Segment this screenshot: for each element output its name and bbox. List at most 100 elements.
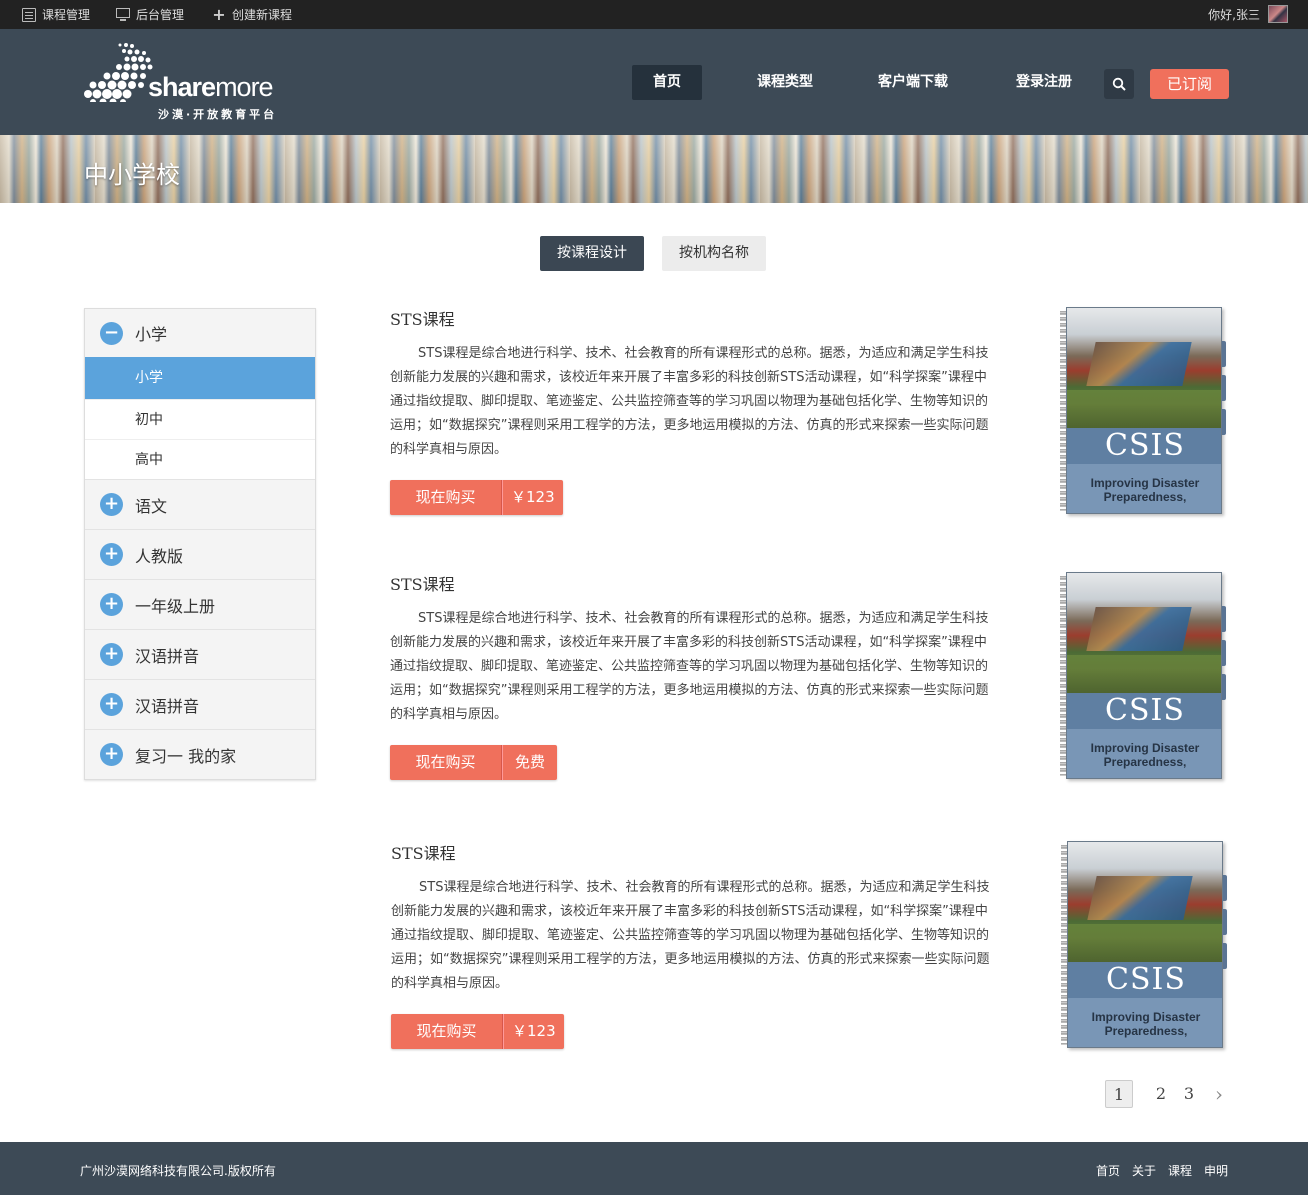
user-greeting[interactable]: 你好,张三 (1208, 0, 1260, 29)
course-card: STS课程 STS课程是综合地进行科学、技术、社会教育的所有课程形式的总称。据悉… (390, 306, 1230, 521)
sidebar-item-label: 汉语拼音 (135, 646, 200, 666)
course-price: 免费 (502, 745, 557, 780)
plus-icon: + (100, 743, 123, 766)
cover-tabs (1222, 606, 1226, 726)
sidebar-item-label: 复习一 我的家 (135, 746, 237, 766)
course-cover-image[interactable]: CSIS Improving Disaster Preparedness, (1061, 841, 1227, 1049)
logo-brand: sharemore (148, 72, 274, 103)
course-price: ￥123 (503, 1014, 564, 1049)
course-title[interactable]: STS课程 (391, 840, 456, 864)
buy-now-label: 现在购买 (391, 1014, 503, 1049)
plus-icon: + (100, 493, 123, 516)
sidebar-subitem-junior[interactable]: 初中 (85, 399, 315, 439)
nav-client-download[interactable]: 客户端下载 (868, 65, 958, 100)
page-title: 中小学校 (84, 161, 180, 189)
cover-photo (1067, 308, 1221, 428)
nav-home[interactable]: 首页 (632, 65, 702, 100)
course-description: STS课程是综合地进行科学、技术、社会教育的所有课程形式的总称。据悉，为适应和满… (390, 611, 989, 722)
site-header: sharemore 沙漠·开放教育平台 首页 课程类型 客户端下载 登录注册 已… (0, 29, 1308, 135)
cover-brand: CSIS (1067, 428, 1221, 464)
course-cover-image[interactable]: CSIS Improving Disaster Preparedness, (1060, 307, 1226, 515)
monitor-icon (116, 8, 130, 21)
site-footer: 广州沙漠网络科技有限公司.版权所有 首页 关于 课程 申明 (0, 1142, 1308, 1195)
sidebar-item-label: 汉语拼音 (135, 696, 200, 716)
cover-text: Improving Disaster Preparedness, (1091, 1010, 1201, 1038)
create-course-link[interactable]: + 创建新课程 (212, 0, 292, 29)
site-logo[interactable]: sharemore 沙漠·开放教育平台 (84, 40, 294, 122)
logo-brand-bold: share (148, 72, 216, 102)
course-price: ￥123 (502, 480, 563, 515)
cover-brand: CSIS (1068, 962, 1222, 998)
buy-now-label: 现在购买 (390, 745, 502, 780)
sidebar-item-chinese[interactable]: + 语文 (85, 479, 315, 529)
footer-link-courses[interactable]: 课程 (1168, 1162, 1192, 1179)
plus-icon: + (100, 543, 123, 566)
course-manage-label: 课程管理 (42, 8, 91, 22)
book-cover: CSIS Improving Disaster Preparedness, (1066, 307, 1222, 514)
sidebar-item-label: 一年级上册 (135, 596, 216, 616)
buy-now-button[interactable]: 现在购买 ￥123 (390, 480, 563, 515)
logo-dots-icon (84, 43, 153, 102)
course-cover-image[interactable]: CSIS Improving Disaster Preparedness, (1060, 572, 1226, 780)
filter-by-org-tab[interactable]: 按机构名称 (662, 236, 766, 271)
filter-by-design-tab[interactable]: 按课程设计 (540, 236, 644, 271)
course-manage-link[interactable]: 课程管理 (22, 0, 90, 29)
sidebar-item-grade1[interactable]: + 一年级上册 (85, 579, 315, 629)
course-description: STS课程是综合地进行科学、技术、社会教育的所有课程形式的总称。据悉，为适应和满… (390, 346, 989, 457)
logo-subtitle: 沙漠·开放教育平台 (158, 108, 278, 121)
create-course-label: 创建新课程 (232, 8, 293, 22)
page-1-button[interactable]: 1 (1105, 1080, 1133, 1108)
copyright-text: 广州沙漠网络科技有限公司.版权所有 (80, 1164, 276, 1178)
subscribed-button[interactable]: 已订阅 (1150, 69, 1229, 99)
cover-tabs (1223, 875, 1227, 995)
plus-icon: + (100, 593, 123, 616)
course-title[interactable]: STS课程 (390, 306, 455, 330)
admin-manage-label: 后台管理 (136, 8, 185, 22)
admin-manage-link[interactable]: 后台管理 (116, 0, 184, 29)
sidebar-group-label: 小学 (135, 325, 168, 344)
cover-text: Improving Disaster Preparedness, (1090, 741, 1200, 769)
page-3-button[interactable]: 3 (1175, 1080, 1203, 1108)
avatar[interactable] (1268, 5, 1288, 23)
page-2-button[interactable]: 2 (1147, 1080, 1175, 1108)
book-cover: CSIS Improving Disaster Preparedness, (1066, 572, 1222, 779)
book-cover: CSIS Improving Disaster Preparedness, (1067, 841, 1223, 1048)
chevron-right-icon[interactable]: › (1205, 1080, 1233, 1108)
course-title[interactable]: STS课程 (390, 571, 455, 595)
cover-text: Improving Disaster Preparedness, (1090, 476, 1200, 504)
category-sidebar: − 小学 小学 初中 高中 + 语文 + 人教版 + 一年级上册 + 汉语拼音 … (84, 308, 316, 780)
cover-photo (1067, 573, 1221, 693)
sidebar-subitem-primary[interactable]: 小学 (85, 357, 315, 399)
footer-links: 首页 关于 课程 申明 (1096, 1162, 1228, 1179)
sidebar-item-label: 人教版 (135, 546, 184, 566)
plus-icon: + (100, 643, 123, 666)
buy-now-label: 现在购买 (390, 480, 502, 515)
sidebar-item-pinyin-2[interactable]: + 汉语拼音 (85, 679, 315, 729)
buy-now-button[interactable]: 现在购买 免费 (390, 745, 557, 780)
plus-icon: + (212, 4, 226, 24)
footer-link-about[interactable]: 关于 (1132, 1162, 1156, 1179)
buy-now-button[interactable]: 现在购买 ￥123 (391, 1014, 564, 1049)
admin-topbar: 课程管理 后台管理 + 创建新课程 你好,张三 (0, 0, 1308, 29)
footer-link-statement[interactable]: 申明 (1204, 1162, 1228, 1179)
minus-icon: − (100, 321, 123, 345)
cover-tabs (1222, 341, 1226, 461)
search-button[interactable] (1104, 69, 1134, 99)
sidebar-item-pinyin[interactable]: + 汉语拼音 (85, 629, 315, 679)
course-card: STS课程 STS课程是综合地进行科学、技术、社会教育的所有课程形式的总称。据悉… (390, 571, 1230, 786)
cover-brand: CSIS (1067, 693, 1221, 729)
book-icon (22, 7, 36, 22)
plus-icon: + (100, 693, 123, 716)
footer-link-home[interactable]: 首页 (1096, 1162, 1120, 1179)
pagination: 1 2 3 › (1105, 1080, 1233, 1108)
course-card: STS课程 STS课程是综合地进行科学、技术、社会教育的所有课程形式的总称。据悉… (391, 840, 1231, 1055)
sidebar-group-primary[interactable]: − 小学 (85, 309, 315, 357)
course-description: STS课程是综合地进行科学、技术、社会教育的所有课程形式的总称。据悉，为适应和满… (391, 880, 990, 991)
nav-course-types[interactable]: 课程类型 (750, 65, 820, 100)
nav-login-register[interactable]: 登录注册 (1004, 65, 1084, 100)
sidebar-item-review[interactable]: + 复习一 我的家 (85, 729, 315, 779)
sidebar-subitem-senior[interactable]: 高中 (85, 439, 315, 479)
category-banner: 中小学校 (0, 135, 1308, 203)
logo-brand-light: more (215, 72, 274, 102)
sidebar-item-pep[interactable]: + 人教版 (85, 529, 315, 579)
